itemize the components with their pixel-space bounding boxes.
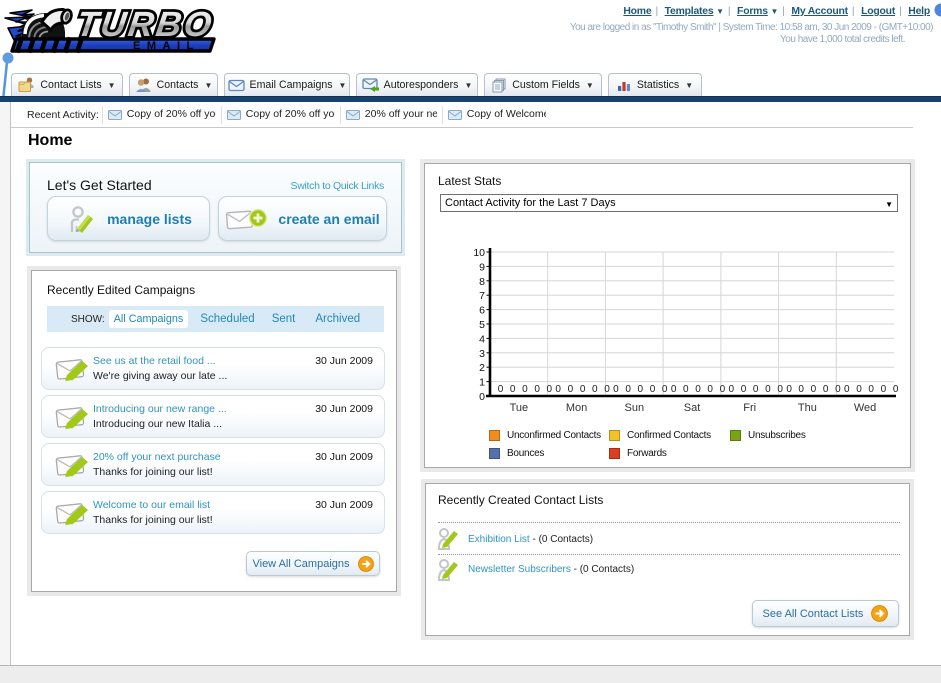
svg-text:0: 0 bbox=[650, 384, 656, 395]
svg-text:0: 0 bbox=[729, 384, 735, 395]
svg-text:8: 8 bbox=[479, 276, 485, 288]
svg-text:9: 9 bbox=[479, 261, 485, 273]
svg-text:Thu: Thu bbox=[798, 402, 817, 414]
svg-text:0: 0 bbox=[662, 384, 668, 395]
svg-text:Wed: Wed bbox=[854, 402, 876, 414]
svg-text:4: 4 bbox=[479, 333, 485, 345]
svg-text:0: 0 bbox=[638, 384, 644, 395]
svg-text:Fri: Fri bbox=[743, 402, 756, 414]
svg-text:0: 0 bbox=[683, 384, 689, 395]
svg-text:0: 0 bbox=[580, 384, 586, 395]
svg-text:7: 7 bbox=[479, 290, 485, 302]
svg-text:0: 0 bbox=[479, 391, 485, 403]
svg-text:Sun: Sun bbox=[625, 402, 645, 414]
svg-text:0: 0 bbox=[555, 384, 561, 395]
svg-text:0: 0 bbox=[510, 384, 516, 395]
svg-text:6: 6 bbox=[479, 305, 485, 317]
svg-text:0: 0 bbox=[786, 384, 792, 395]
svg-text:0: 0 bbox=[547, 384, 553, 395]
svg-text:0: 0 bbox=[753, 384, 759, 395]
svg-text:0: 0 bbox=[881, 384, 887, 395]
svg-text:0: 0 bbox=[844, 384, 850, 395]
svg-text:Tue: Tue bbox=[510, 402, 529, 414]
svg-text:0: 0 bbox=[522, 384, 528, 395]
svg-text:0: 0 bbox=[868, 384, 874, 395]
svg-text:0: 0 bbox=[534, 384, 540, 395]
svg-text:0: 0 bbox=[835, 384, 841, 395]
svg-text:0: 0 bbox=[604, 384, 610, 395]
svg-text:0: 0 bbox=[695, 384, 701, 395]
svg-text:0: 0 bbox=[707, 384, 713, 395]
svg-text:3: 3 bbox=[479, 348, 485, 360]
svg-text:10: 10 bbox=[473, 247, 485, 259]
svg-text:0: 0 bbox=[613, 384, 619, 395]
svg-text:1: 1 bbox=[479, 377, 485, 389]
svg-text:Sat: Sat bbox=[684, 402, 701, 414]
svg-text:0: 0 bbox=[811, 384, 817, 395]
svg-text:0: 0 bbox=[720, 384, 726, 395]
svg-text:0: 0 bbox=[741, 384, 747, 395]
svg-text:0: 0 bbox=[568, 384, 574, 395]
svg-text:0: 0 bbox=[625, 384, 631, 395]
svg-text:2: 2 bbox=[479, 362, 485, 374]
svg-text:Mon: Mon bbox=[566, 402, 587, 414]
svg-text:5: 5 bbox=[479, 319, 485, 331]
svg-text:0: 0 bbox=[777, 384, 783, 395]
svg-text:0: 0 bbox=[856, 384, 862, 395]
svg-text:0: 0 bbox=[765, 384, 771, 395]
svg-text:0: 0 bbox=[592, 384, 598, 395]
svg-text:0: 0 bbox=[671, 384, 677, 395]
svg-text:0: 0 bbox=[893, 384, 899, 395]
svg-text:EMAIL: EMAIL bbox=[133, 40, 200, 52]
svg-text:0: 0 bbox=[498, 384, 504, 395]
svg-text:0: 0 bbox=[798, 384, 804, 395]
svg-text:0: 0 bbox=[823, 384, 829, 395]
